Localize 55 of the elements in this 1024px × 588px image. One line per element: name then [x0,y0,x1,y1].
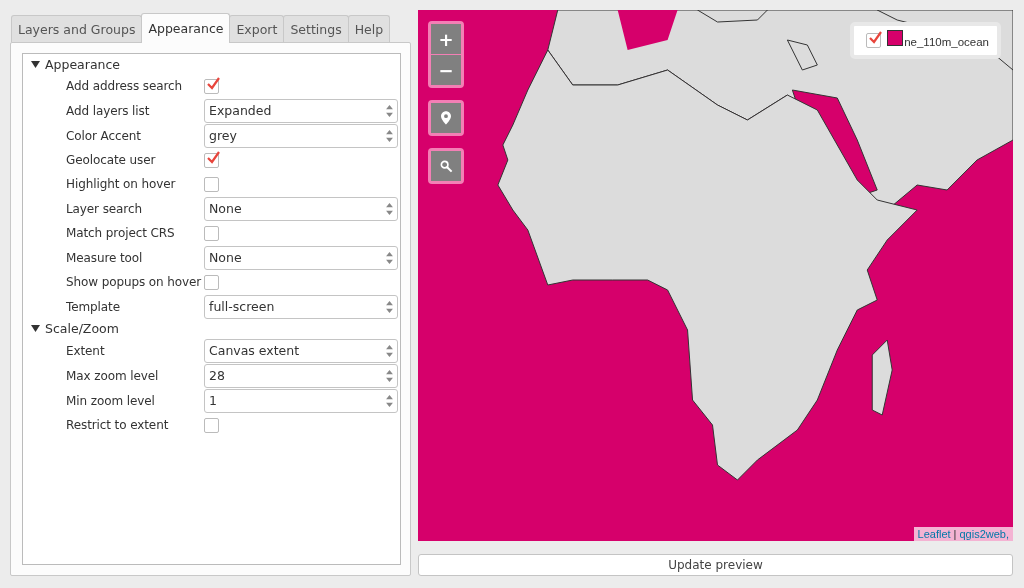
checkbox[interactable] [204,152,219,168]
expand-arrow-icon[interactable] [31,60,40,69]
setting-label: Match project CRS [66,226,176,240]
search-icon [439,159,453,173]
tab[interactable]: Export [229,15,285,42]
map-pin-icon [441,111,451,125]
zoom-in-button[interactable]: + [431,24,461,54]
spin-select[interactable]: 28 [204,363,398,388]
spin-select[interactable]: Expanded [204,98,398,123]
spin-select[interactable]: None [204,196,398,221]
checkbox[interactable] [204,176,219,192]
locate-button[interactable] [431,103,461,133]
setting-label: Color Accent [66,128,142,143]
setting-label: Template [66,299,121,314]
spin-select[interactable]: full-screen [204,294,398,319]
setting-label: Layer search [66,201,143,216]
setting-label: Add layers list [66,103,151,118]
spinner-arrows-icon[interactable] [386,344,393,357]
separator: | [953,528,957,540]
section-label: Appearance [45,57,121,72]
expand-arrow-icon[interactable] [31,324,40,333]
checkbox[interactable] [204,274,219,290]
spinner-arrows-icon[interactable] [386,394,393,407]
setting-label: Geolocate user [66,153,157,167]
setting-label: Measure tool [66,250,144,265]
setting-label: Highlight on hover [66,177,177,191]
layer-name: ne_110m_ocean [904,36,989,48]
tab[interactable]: Help [347,15,391,42]
zoom-out-button[interactable]: − [431,55,461,85]
checkbox[interactable] [204,225,219,241]
spinner-arrows-icon[interactable] [386,129,393,142]
update-preview-button[interactable]: Update preview [418,554,1013,576]
checkbox[interactable] [204,417,219,433]
spin-select[interactable]: grey [204,123,398,148]
spinner-arrows-icon[interactable] [386,104,393,117]
setting-label: Add address search [66,79,184,93]
tab[interactable]: Appearance [141,13,231,43]
spin-select[interactable]: Canvas extent [204,338,398,363]
tab[interactable]: Settings [283,15,349,42]
spinner-arrows-icon[interactable] [386,202,393,215]
search-button[interactable] [431,151,461,181]
tab[interactable]: Layers and Groups [11,15,143,42]
spin-select[interactable]: None [204,245,398,270]
checkbox[interactable] [204,78,219,94]
spin-select[interactable]: 1 [204,388,398,413]
setting-label: Extent [66,343,106,358]
spinner-arrows-icon[interactable] [386,369,393,382]
setting-label: Max zoom level [66,368,160,383]
section-label: Scale/Zoom [45,321,119,336]
setting-label: Min zoom level [66,393,156,408]
checkbox[interactable] [866,32,882,48]
setting-label: Restrict to extent [66,418,170,432]
spinner-arrows-icon[interactable] [386,300,393,313]
setting-label: Show popups on hover [66,275,203,289]
spinner-arrows-icon[interactable] [386,251,393,264]
